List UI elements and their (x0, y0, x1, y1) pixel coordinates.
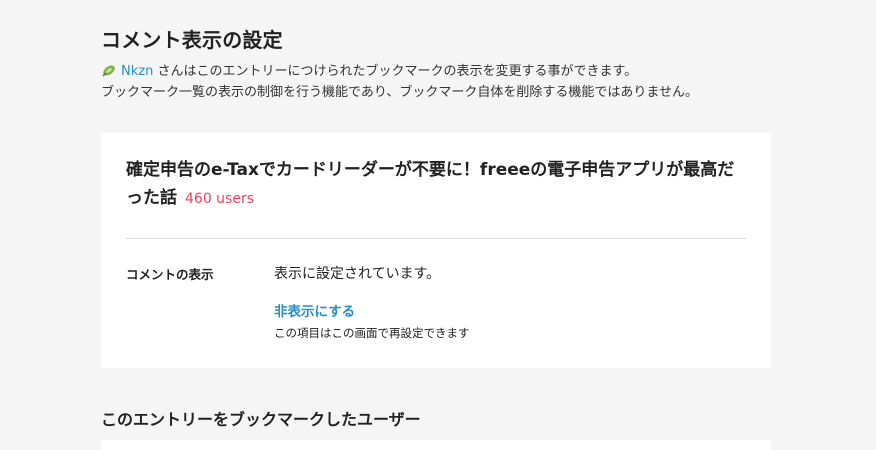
entry-card: 確定申告のe-Taxでカードリーダーが不要に！freeeの電子申告アプリが最高だ… (101, 133, 771, 368)
page: コメント表示の設定 Nkzn さんはこのエントリーにつけられたブックマークの表示… (0, 0, 876, 450)
description-text-1: さんはこのエントリーにつけられたブックマークの表示を変更する事ができます。 (153, 64, 638, 79)
hide-comment-button[interactable]: 非表示にする (274, 300, 355, 320)
divider (126, 238, 746, 239)
comment-display-status: 表示に設定されています。 (274, 266, 441, 282)
reset-note: この項目はこの画面で再設定できます (274, 326, 470, 340)
description-line-1: Nkzn さんはこのエントリーにつけられたブックマークの表示を変更する事ができま… (101, 61, 841, 82)
bookmarked-users-heading: このエントリーをブックマークしたユーザー (101, 410, 421, 429)
user-name-link[interactable]: Nkzn (121, 64, 153, 79)
bookmarked-users-card (101, 440, 771, 450)
entry-title-block: 確定申告のe-Taxでカードリーダーが不要に！freeeの電子申告アプリが最高だ… (126, 156, 751, 213)
comment-display-label: コメントの表示 (126, 267, 214, 282)
description: Nkzn さんはこのエントリーにつけられたブックマークの表示を変更する事ができま… (101, 61, 841, 103)
users-count-link[interactable]: 460 users (185, 191, 254, 207)
leaf-avatar-icon[interactable] (101, 64, 116, 77)
description-line-2: ブックマーク一覧の表示の制御を行う機能であり、ブックマーク自体を削除する機能では… (101, 85, 698, 100)
page-title: コメント表示の設定 (101, 28, 283, 52)
